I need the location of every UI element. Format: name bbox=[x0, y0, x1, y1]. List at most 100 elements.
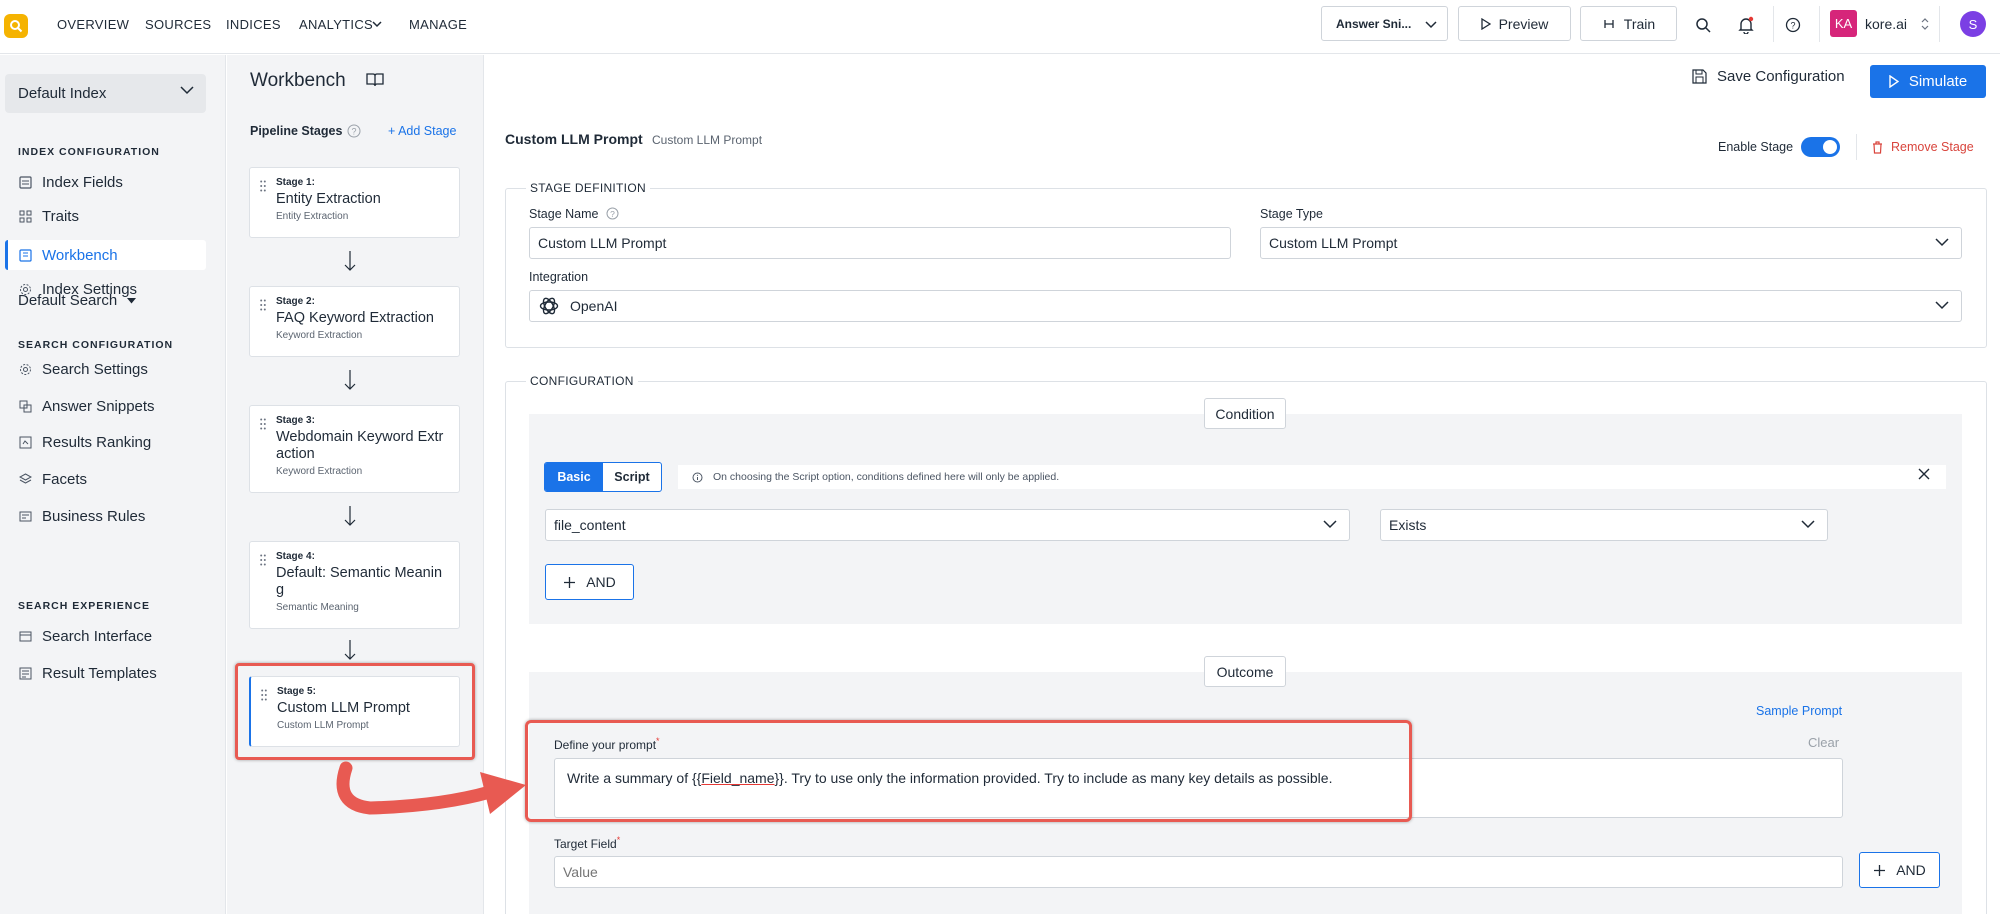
stage-card-1[interactable]: Stage 1: Entity Extraction Entity Extrac… bbox=[249, 167, 460, 238]
info-icon bbox=[692, 472, 703, 482]
target-and-button[interactable]: AND bbox=[1859, 852, 1940, 888]
save-icon bbox=[1692, 69, 1707, 84]
stage-detail-subtitle: Custom LLM Prompt bbox=[652, 133, 763, 147]
condition-mode-toggle: Basic Script bbox=[544, 462, 662, 492]
condition-and-button[interactable]: AND bbox=[545, 564, 634, 600]
sidebar-item-label: Traits bbox=[42, 207, 79, 225]
stage-definition-legend: STAGE DEFINITION bbox=[526, 181, 650, 195]
help-icon[interactable]: ? bbox=[606, 207, 619, 220]
drag-handle-icon[interactable] bbox=[260, 180, 266, 192]
stage-detail-title: Custom LLM Prompt bbox=[505, 131, 643, 147]
save-configuration-button[interactable]: Save Configuration bbox=[1692, 68, 1845, 85]
user-avatar[interactable]: S bbox=[1960, 11, 1986, 37]
remove-stage-button[interactable]: Remove Stage bbox=[1872, 140, 1974, 154]
chevron-down-icon bbox=[180, 86, 194, 95]
add-stage-button[interactable]: + Add Stage bbox=[388, 124, 456, 138]
simulate-button[interactable]: Simulate bbox=[1870, 65, 1986, 98]
train-label: Train bbox=[1623, 15, 1656, 32]
sidebar-item-result-templates[interactable]: Result Templates bbox=[5, 658, 206, 688]
account-switch-icon[interactable] bbox=[1921, 17, 1929, 31]
caret-down-icon bbox=[127, 297, 137, 303]
simulate-label: Simulate bbox=[1908, 73, 1968, 90]
sidebar-item-index-fields[interactable]: Index Fields bbox=[5, 167, 206, 197]
condition-field-value: file_content bbox=[554, 517, 626, 533]
sidebar-item-results-ranking[interactable]: Results Ranking bbox=[5, 427, 206, 457]
integration-value: OpenAI bbox=[570, 298, 618, 314]
sidebar-item-label: Search Settings bbox=[42, 360, 148, 378]
stage-type: Entity Extraction bbox=[276, 211, 349, 222]
configuration-legend: CONFIGURATION bbox=[526, 374, 638, 388]
search-configuration-title: SEARCH CONFIGURATION bbox=[18, 339, 174, 351]
nav-analytics[interactable]: ANALYTICS bbox=[299, 17, 373, 32]
nav-sources[interactable]: SOURCES bbox=[145, 17, 211, 32]
svg-text:?: ? bbox=[351, 127, 356, 137]
stage-name-input[interactable]: Custom LLM Prompt bbox=[529, 227, 1231, 259]
stage-type-select[interactable]: Custom LLM Prompt bbox=[1260, 227, 1962, 259]
stage-card-4[interactable]: Stage 4: Default: Semantic Meaning Seman… bbox=[249, 541, 460, 629]
stage-type-value: Custom LLM Prompt bbox=[1269, 235, 1398, 251]
default-search-selector[interactable]: Default Search bbox=[18, 292, 137, 309]
sidebar-item-label: Answer Snippets bbox=[42, 397, 155, 415]
book-icon[interactable] bbox=[366, 72, 384, 88]
stage-type: Keyword Extraction bbox=[276, 466, 363, 477]
help-icon[interactable]: ? bbox=[347, 124, 361, 138]
save-configuration-label: Save Configuration bbox=[1717, 68, 1845, 85]
search-icon[interactable] bbox=[1690, 12, 1716, 38]
top-navigation: OVERVIEW SOURCES INDICES ANALYTICS MANAG… bbox=[0, 0, 2000, 54]
stage-number: Stage 1: bbox=[276, 177, 315, 188]
clear-button[interactable]: Clear bbox=[1808, 735, 1839, 750]
help-icon[interactable]: ? bbox=[1780, 12, 1806, 38]
default-search-label: Default Search bbox=[18, 292, 118, 309]
sidebar-item-traits[interactable]: Traits bbox=[5, 201, 206, 231]
analytics-chevron-down-icon bbox=[372, 21, 382, 28]
sidebar-item-search-settings[interactable]: Search Settings bbox=[5, 354, 206, 384]
account-badge[interactable]: KA bbox=[1830, 10, 1857, 37]
stage-number: Stage 4: bbox=[276, 551, 315, 562]
index-configuration-title: INDEX CONFIGURATION bbox=[18, 146, 160, 158]
sidebar-item-facets[interactable]: Facets bbox=[5, 464, 206, 494]
basic-tab[interactable]: Basic bbox=[545, 463, 603, 491]
play-icon bbox=[1480, 17, 1491, 30]
condition-field-select[interactable]: file_content bbox=[545, 509, 1350, 541]
stage-card-3[interactable]: Stage 3: Webdomain Keyword Extraction Ke… bbox=[249, 405, 460, 493]
gear-icon bbox=[20, 363, 31, 375]
sidebar-item-workbench[interactable]: Workbench bbox=[5, 240, 206, 270]
sidebar-item-search-interface[interactable]: Search Interface bbox=[5, 621, 206, 651]
sidebar-item-label: Business Rules bbox=[42, 507, 146, 525]
traits-icon bbox=[19, 210, 32, 222]
enable-stage-toggle[interactable] bbox=[1801, 137, 1840, 157]
script-tab[interactable]: Script bbox=[603, 463, 661, 491]
index-selector[interactable]: Default Index bbox=[5, 74, 206, 113]
outcome-label: Outcome bbox=[1204, 656, 1286, 687]
plus-icon bbox=[1874, 864, 1886, 876]
answer-snippets-dropdown[interactable]: Answer Sni... bbox=[1321, 6, 1448, 41]
drag-handle-icon[interactable] bbox=[260, 554, 266, 566]
results-ranking-icon bbox=[19, 436, 32, 448]
drag-handle-icon[interactable] bbox=[260, 418, 266, 430]
arrow-down-icon bbox=[344, 251, 356, 271]
nav-manage[interactable]: MANAGE bbox=[409, 17, 467, 32]
notification-bell-icon[interactable] bbox=[1733, 12, 1759, 38]
target-field-input[interactable] bbox=[554, 856, 1843, 888]
nav-overview[interactable]: OVERVIEW bbox=[57, 17, 129, 32]
sidebar-item-answer-snippets[interactable]: Answer Snippets bbox=[5, 391, 206, 421]
nav-indices[interactable]: INDICES bbox=[226, 17, 281, 32]
stage-name-label: Stage Name bbox=[529, 207, 599, 221]
sidebar-item-business-rules[interactable]: Business Rules bbox=[5, 501, 206, 531]
stage-card-2[interactable]: Stage 2: FAQ Keyword Extraction Keyword … bbox=[249, 286, 460, 357]
facets-icon bbox=[19, 472, 32, 484]
target-field-label-wrap: Target Field* bbox=[554, 835, 621, 851]
sample-prompt-link[interactable]: Sample Prompt bbox=[1756, 704, 1842, 718]
result-templates-icon bbox=[19, 667, 32, 679]
train-button[interactable]: Train bbox=[1580, 6, 1677, 41]
close-icon[interactable] bbox=[1918, 468, 1930, 480]
integration-label: Integration bbox=[529, 270, 589, 284]
account-name[interactable]: kore.ai bbox=[1865, 16, 1907, 32]
drag-handle-icon[interactable] bbox=[260, 299, 266, 311]
sidebar-item-label: Workbench bbox=[42, 246, 118, 264]
index-fields-icon bbox=[19, 175, 32, 189]
integration-select[interactable]: OpenAI bbox=[529, 290, 1962, 322]
preview-button[interactable]: Preview bbox=[1458, 6, 1571, 41]
condition-operator-select[interactable]: Exists bbox=[1380, 509, 1828, 541]
app-logo-icon[interactable] bbox=[4, 14, 28, 38]
